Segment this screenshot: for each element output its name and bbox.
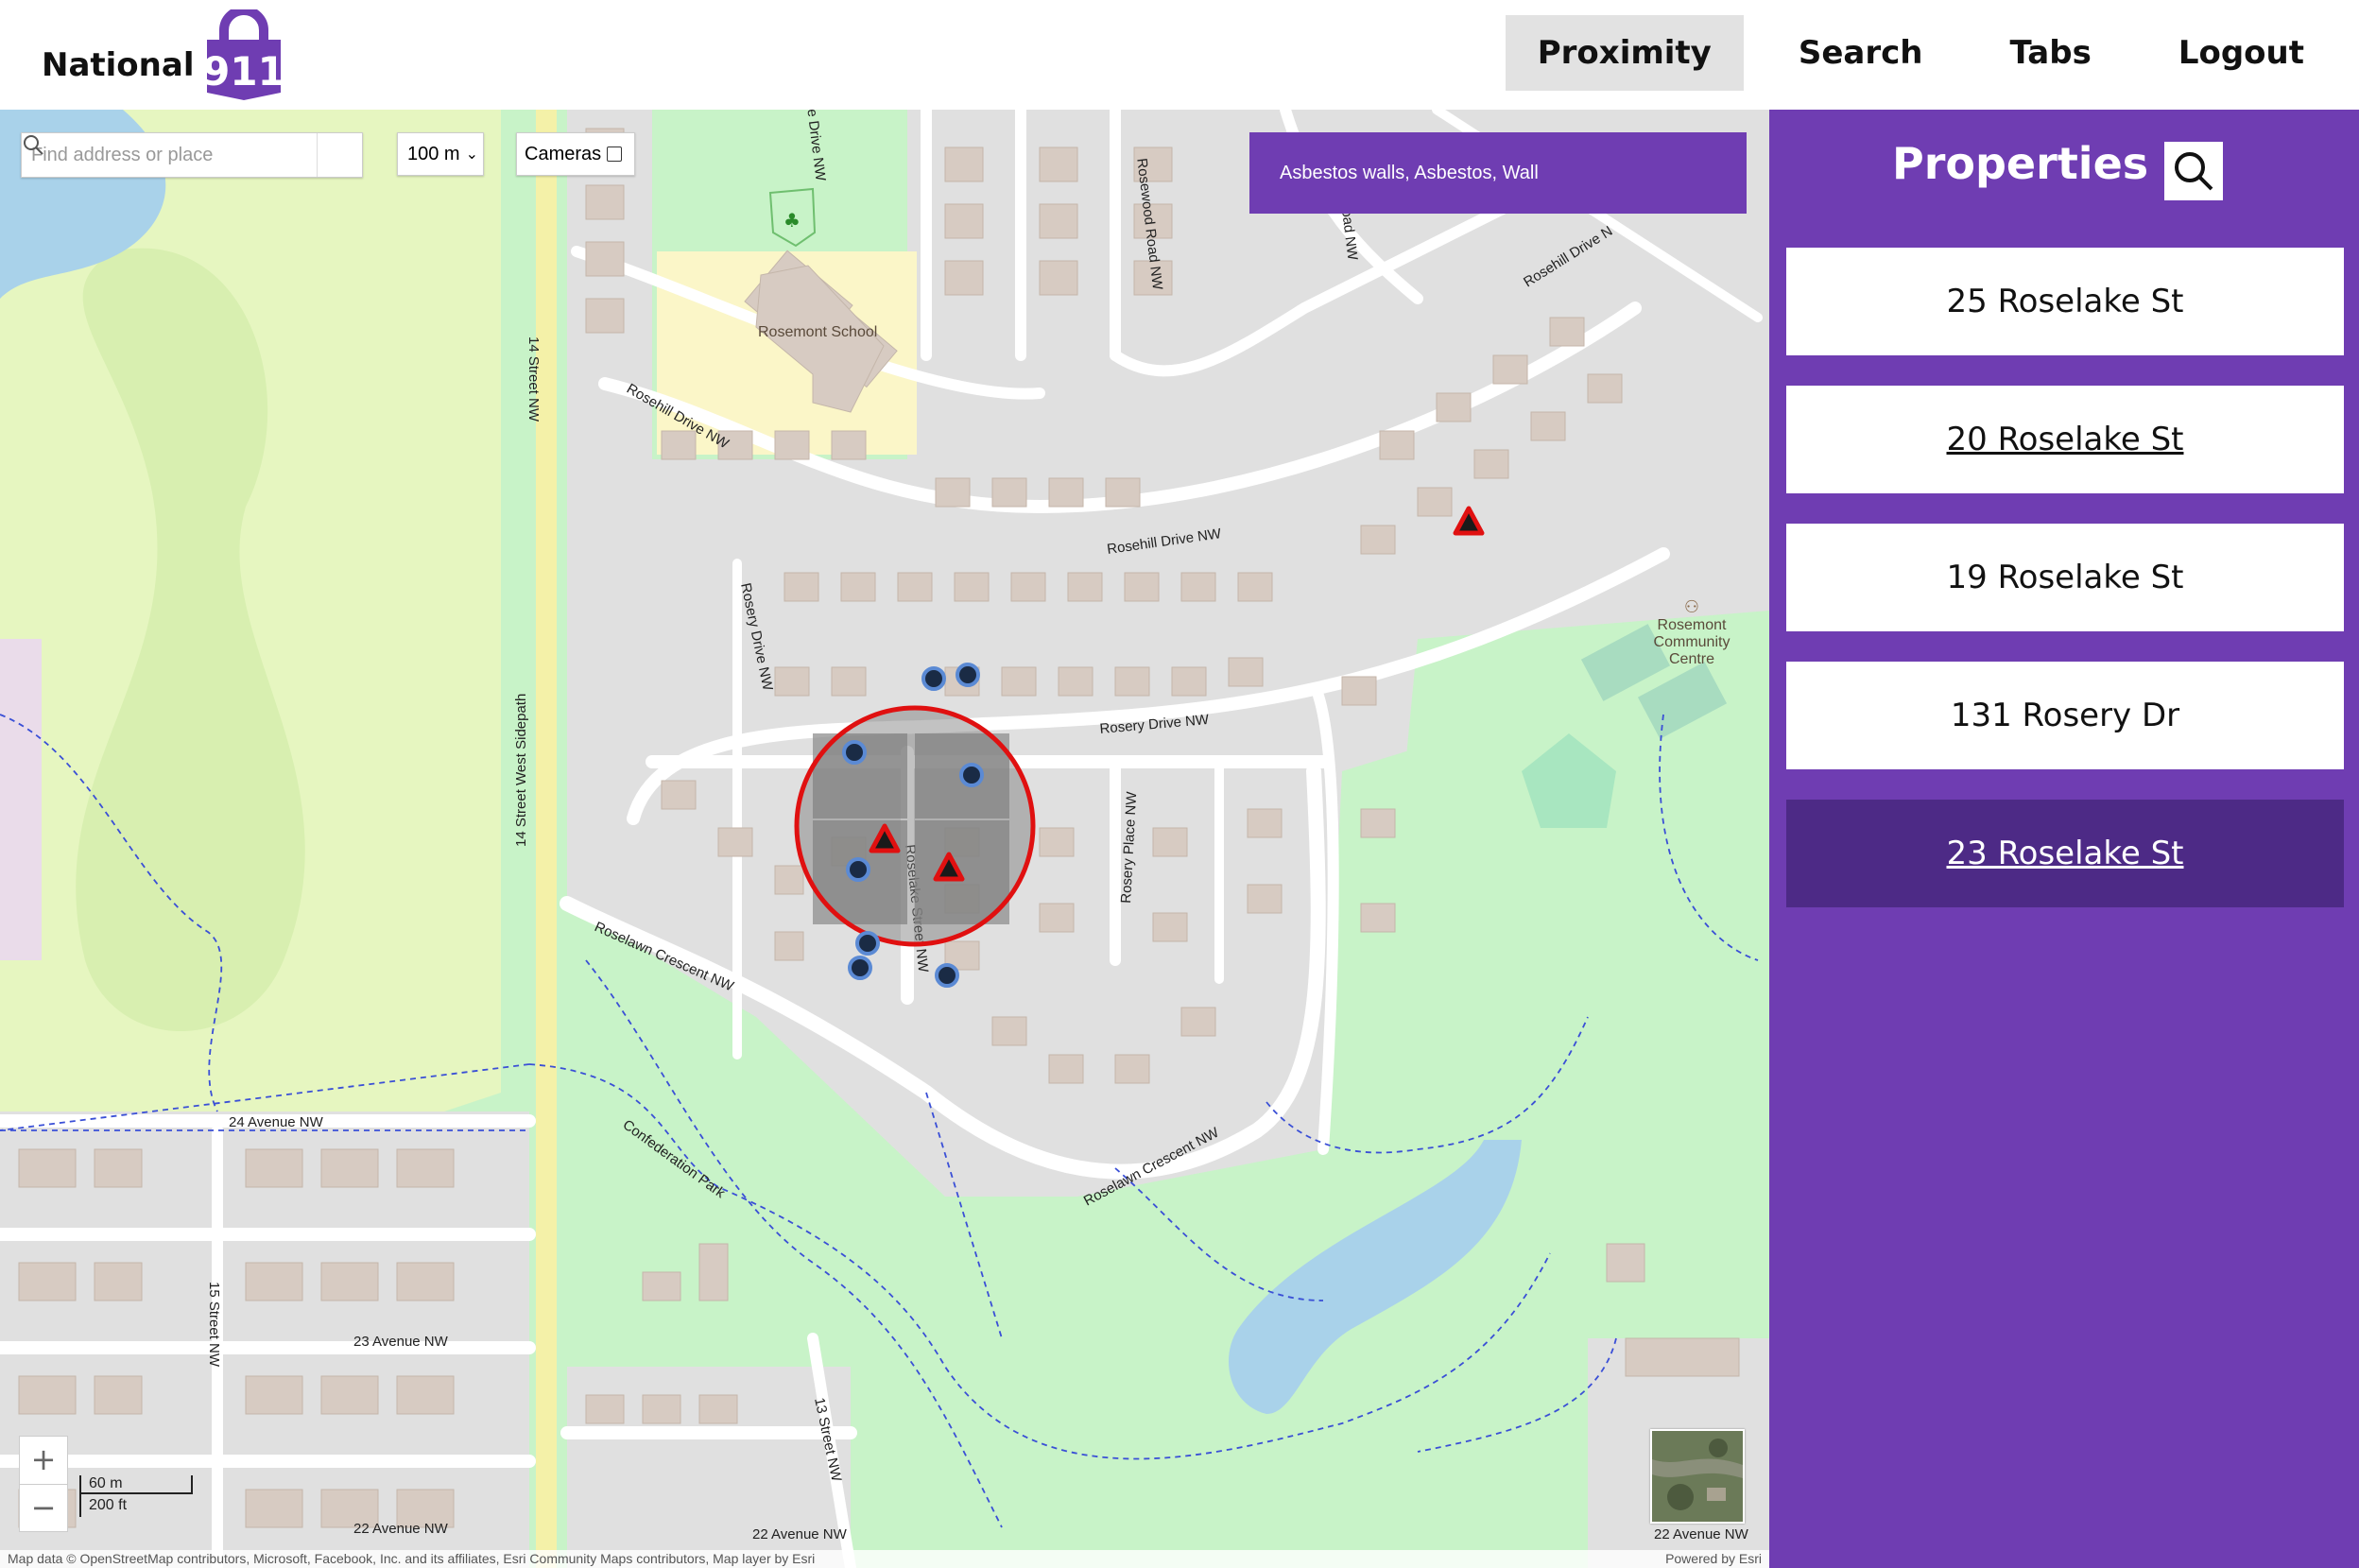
property-card[interactable]: 131 Rosery Dr [1786,662,2344,769]
label-15-street: 15 Street NW [206,1282,222,1368]
map-marker-circle[interactable] [956,663,980,687]
search-icon [2175,152,2213,191]
address-search [21,132,363,178]
label-rosemont-centre-2: Community [1654,634,1731,650]
property-card[interactable]: 19 Roselake St [1786,524,2344,631]
chevron-down-icon: ⌄ [465,146,478,163]
property-card[interactable]: 25 Roselake St [1786,248,2344,355]
label-14-street-sidepath: 14 Street West Sidepath [513,694,529,847]
radius-select[interactable]: 100 m ⌄ [397,132,484,176]
property-card-selected[interactable]: 23 Roselake St [1786,800,2344,907]
nav-search[interactable]: Search [1766,15,1955,91]
map-canvas[interactable]: Rosevale Drive NW Rosewood Road NW ree R… [0,110,1769,1568]
map-marker-circle[interactable] [846,857,870,882]
label-rosemont-school: Rosemont School [758,324,877,340]
nav-proximity[interactable]: Proximity [1505,15,1744,91]
nav-logout[interactable]: Logout [2146,15,2336,91]
pink-area [0,639,42,960]
address-search-button[interactable] [24,133,361,177]
lock-badge-icon: 911 [203,6,285,100]
proximity-radius[interactable] [794,705,1036,947]
brand-logo[interactable]: National 911 [42,6,285,102]
map-marker-circle[interactable] [848,956,872,980]
brand-number: 911 [203,48,284,95]
map-marker-circle[interactable] [842,740,867,765]
address-search-input[interactable] [22,135,317,175]
cameras-label: Cameras [525,143,602,164]
basemap-toggle-thumbnail[interactable] [1650,1429,1745,1524]
map-marker-circle[interactable] [959,763,984,787]
zoom-control: + − [19,1436,68,1532]
label-confederation-park: Confederation Park [620,1116,729,1201]
map-marker-circle[interactable] [921,666,946,691]
map-marker-circle[interactable] [935,963,959,988]
zoom-out-button[interactable]: − [20,1485,67,1532]
map-view[interactable]: Rosevale Drive NW Rosewood Road NW ree R… [0,110,1769,1568]
scale-imperial: 200 ft [79,1494,193,1517]
community-centre-icon: ⚇ [1684,597,1699,617]
radius-value: 100 m [407,143,460,164]
main-nav: Proximity Search Tabs Logout [1505,15,2359,91]
scale-metric: 60 m [79,1475,193,1494]
satellite-thumbnail-icon [1652,1431,1743,1522]
properties-title: Properties [1892,138,2149,189]
properties-panel: Properties 25 Roselake St 20 Roselake St… [1769,110,2359,1568]
label-rosemont-centre-1: Rosemont [1658,617,1727,633]
brand-text: National [42,46,195,84]
svg-text:♣: ♣ [783,209,801,232]
property-card[interactable]: 20 Roselake St [1786,386,2344,493]
label-24-avenue: 24 Avenue NW [229,1114,324,1130]
powered-by-esri[interactable]: Powered by Esri [1665,1550,1762,1568]
attribution-text: Map data © OpenStreetMap contributors, M… [8,1551,816,1566]
search-icon [24,135,43,155]
label-22-avenue-right: 22 Avenue NW [1654,1526,1749,1542]
cameras-toggle[interactable]: Cameras [516,132,635,176]
cameras-checkbox[interactable] [607,146,623,162]
zoom-in-button[interactable]: + [20,1437,67,1485]
label-rosemont-centre-3: Centre [1669,651,1714,667]
scale-bar: 60 m 200 ft [79,1475,193,1517]
label-14-street-nw: 14 Street NW [525,336,542,422]
map-marker-circle[interactable] [855,931,880,956]
label-23-avenue: 23 Avenue NW [353,1334,449,1350]
hazard-tooltip: Asbestos walls, Asbestos, Wall [1249,132,1747,214]
properties-search-button[interactable] [2164,142,2223,200]
label-22-avenue-mid: 22 Avenue NW [752,1526,848,1542]
map-attribution: Map data © OpenStreetMap contributors, M… [0,1550,1769,1568]
top-navigation-bar: National 911 Proximity Search Tabs Logou… [0,0,2359,110]
label-22-avenue-left: 22 Avenue NW [353,1521,449,1537]
radius-ring [794,705,1036,947]
nav-tabs[interactable]: Tabs [1977,15,2123,91]
